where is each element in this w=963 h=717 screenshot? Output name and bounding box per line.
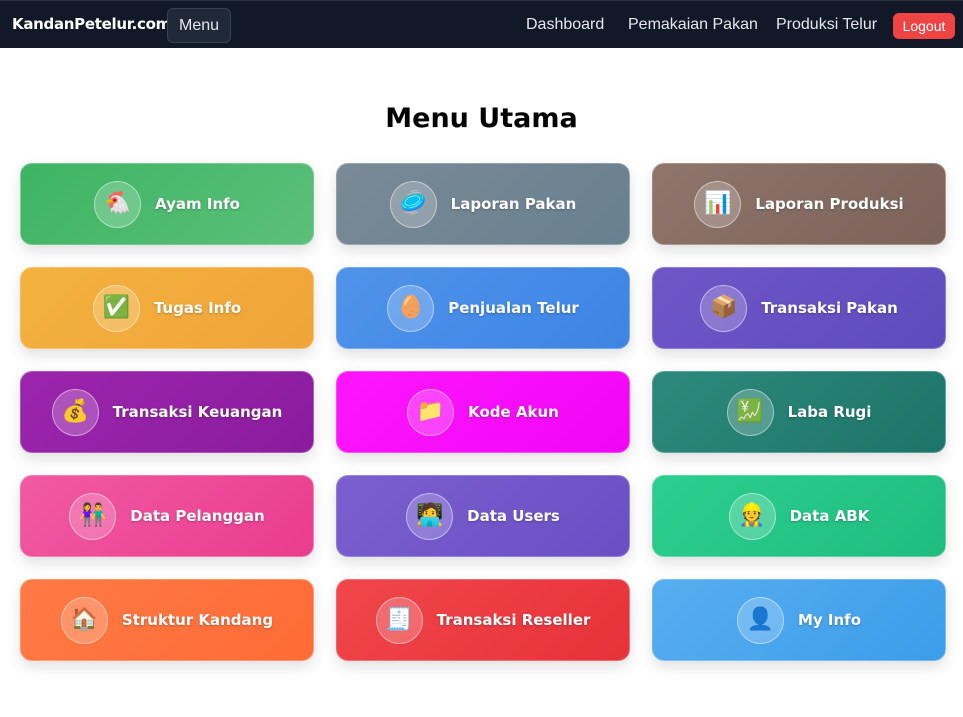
- house-icon: 🏠: [60, 596, 108, 644]
- menu-card-laba-rugi[interactable]: 💹 Laba Rugi: [652, 371, 946, 453]
- folder-icon: 📁: [407, 388, 455, 436]
- nav-link-dashboard[interactable]: Dashboard: [526, 16, 604, 34]
- menu-card-label: Data Users: [467, 507, 560, 525]
- menu-card-label: Ayam Info: [155, 195, 240, 213]
- nav-link-pemakaian-pakan[interactable]: Pemakaian Pakan: [628, 16, 758, 34]
- receipt-icon: 🧾: [375, 596, 423, 644]
- menu-card-label: Transaksi Reseller: [436, 611, 591, 629]
- menu-card-label: Tugas Info: [153, 299, 242, 317]
- menu-button[interactable]: Menu: [167, 8, 231, 43]
- menu-card-struktur-kandang[interactable]: 🏠 Struktur Kandang: [20, 579, 314, 661]
- menu-card-label: Laporan Produksi: [755, 195, 904, 213]
- top-navbar: KandanPetelur.com Menu Dashboard Pemakai…: [0, 0, 963, 48]
- menu-card-transaksi-keuangan[interactable]: 💰 Transaksi Keuangan: [20, 371, 314, 453]
- menu-card-transaksi-reseller[interactable]: 🧾 Transaksi Reseller: [336, 579, 630, 661]
- menu-card-data-users[interactable]: 🧑‍💻 Data Users: [336, 475, 630, 557]
- menu-card-data-pelanggan[interactable]: 👫 Data Pelanggan: [20, 475, 314, 557]
- page-title: Menu Utama: [385, 103, 578, 134]
- customers-icon: 👫: [69, 492, 117, 540]
- checkmark-icon: ✅: [92, 284, 140, 332]
- user-laptop-icon: 🧑‍💻: [406, 492, 454, 540]
- brand-logo-text[interactable]: KandanPetelur.com: [12, 15, 171, 33]
- menu-card-label: My Info: [797, 611, 862, 629]
- logout-button[interactable]: Logout: [893, 13, 955, 39]
- egg-icon: 🥚: [387, 284, 435, 332]
- menu-card-laporan-produksi[interactable]: 📊 Laporan Produksi: [652, 163, 946, 245]
- menu-grid: 🐔 Ayam Info 🥏 Laporan Pakan 📊 Laporan Produks…: [20, 163, 946, 661]
- feed-icon: 🥏: [389, 180, 437, 228]
- chicken-icon: 🐔: [94, 180, 142, 228]
- menu-card-transaksi-pakan[interactable]: 📦 Transaksi Pakan: [652, 267, 946, 349]
- chart-yen-icon: 💹: [726, 388, 774, 436]
- menu-card-laporan-pakan[interactable]: 🥏 Laporan Pakan: [336, 163, 630, 245]
- menu-card-label: Transaksi Keuangan: [112, 403, 283, 421]
- menu-card-label: Penjualan Telur: [448, 299, 579, 317]
- menu-card-label: Laba Rugi: [787, 403, 872, 421]
- menu-card-label: Laporan Pakan: [450, 195, 577, 213]
- menu-card-label: Data ABK: [789, 507, 870, 525]
- worker-icon: 👷: [728, 492, 776, 540]
- money-bag-icon: 💰: [51, 388, 99, 436]
- person-icon: 👤: [736, 596, 784, 644]
- menu-card-label: Kode Akun: [468, 403, 559, 421]
- menu-card-label: Transaksi Pakan: [761, 299, 898, 317]
- menu-card-penjualan-telur[interactable]: 🥚 Penjualan Telur: [336, 267, 630, 349]
- menu-card-ayam-info[interactable]: 🐔 Ayam Info: [20, 163, 314, 245]
- bar-chart-icon: 📊: [694, 180, 742, 228]
- nav-link-produksi-telur[interactable]: Produksi Telur: [776, 16, 877, 34]
- menu-card-kode-akun[interactable]: 📁 Kode Akun: [336, 371, 630, 453]
- menu-card-label: Data Pelanggan: [130, 507, 265, 525]
- package-icon: 📦: [700, 284, 748, 332]
- menu-card-tugas-info[interactable]: ✅ Tugas Info: [20, 267, 314, 349]
- menu-card-data-abk[interactable]: 👷 Data ABK: [652, 475, 946, 557]
- menu-card-label: Struktur Kandang: [121, 611, 274, 629]
- menu-card-my-info[interactable]: 👤 My Info: [652, 579, 946, 661]
